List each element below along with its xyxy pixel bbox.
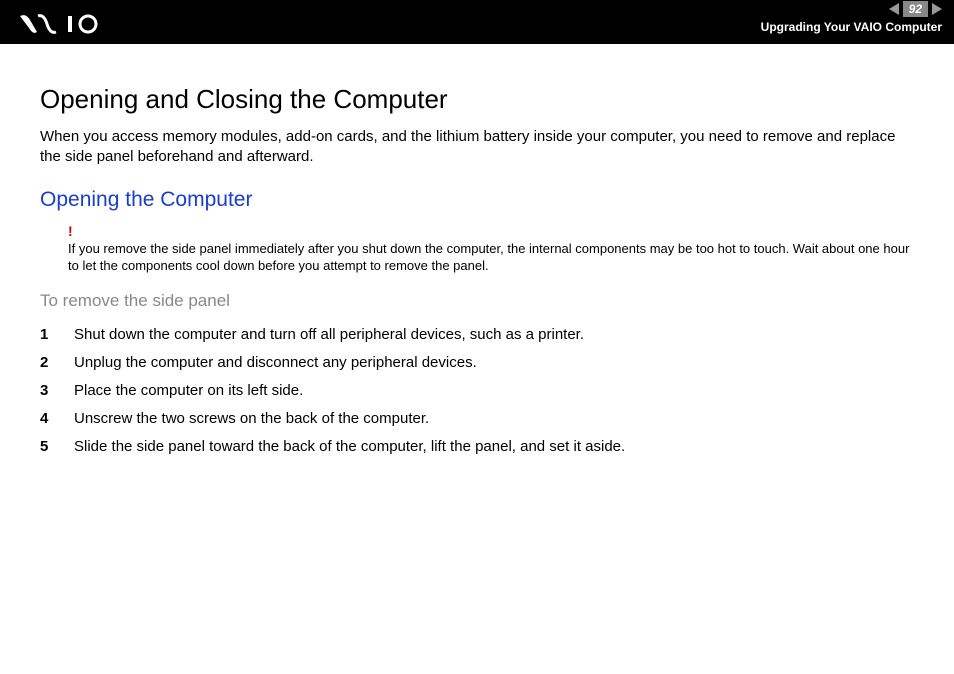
list-item: 3 Place the computer on its left side. [40,379,914,403]
warning-icon: ! [68,224,914,238]
step-text: Unscrew the two screws on the back of th… [74,407,429,431]
list-item: 1 Shut down the computer and turn off al… [40,323,914,347]
intro-paragraph: When you access memory modules, add-on c… [40,127,914,168]
warning-block: ! If you remove the side panel immediate… [68,224,914,275]
step-text: Unplug the computer and disconnect any p… [74,351,477,375]
step-text: Shut down the computer and turn off all … [74,323,584,347]
list-item: 2 Unplug the computer and disconnect any… [40,351,914,375]
page-header: 92 Upgrading Your VAIO Computer [0,0,954,44]
page-nav: 92 [889,0,942,18]
step-list: 1 Shut down the computer and turn off al… [40,323,914,459]
subheading: Opening the Computer [40,188,914,212]
vaio-logo-icon [20,14,110,39]
page-number: 92 [903,1,928,17]
step-text: Place the computer on its left side. [74,379,303,403]
list-item: 5 Slide the side panel toward the back o… [40,435,914,459]
page-title: Opening and Closing the Computer [40,84,914,115]
procedure-title: To remove the side panel [40,291,914,311]
step-number: 4 [40,407,74,431]
warning-text: If you remove the side panel immediately… [68,240,914,275]
step-text: Slide the side panel toward the back of … [74,435,625,459]
section-title: Upgrading Your VAIO Computer [761,20,942,34]
step-number: 1 [40,323,74,347]
step-number: 3 [40,379,74,403]
page-content: Opening and Closing the Computer When yo… [0,44,954,483]
next-page-icon[interactable] [932,3,942,15]
list-item: 4 Unscrew the two screws on the back of … [40,407,914,431]
prev-page-icon[interactable] [889,3,899,15]
step-number: 5 [40,435,74,459]
step-number: 2 [40,351,74,375]
